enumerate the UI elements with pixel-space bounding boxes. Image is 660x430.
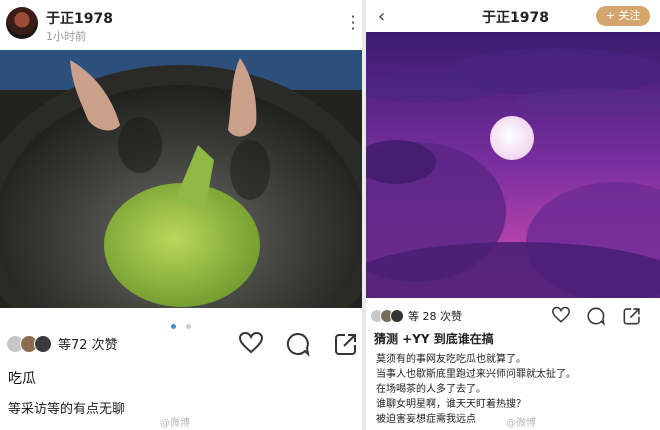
username[interactable]: 于正1978 [46,8,113,28]
liker-avatars[interactable] [370,309,404,323]
username[interactable]: 于正1978 [482,7,549,27]
avatar[interactable] [6,7,38,39]
share-icon[interactable] [333,331,359,357]
like-count[interactable]: 等72 次赞 [58,334,118,353]
watermark: @微博 [506,418,536,429]
post-header: 于正1978 1小时前 · · · [0,0,362,50]
more-vertical-icon[interactable]: · · · [350,9,356,37]
right-post: ‹ 于正1978 + 关注 等 28 次赞 猜测 +YY 到底谁在搞 莫须有的事… [366,0,660,430]
post-photo-tea-wok [0,50,362,308]
like-count[interactable]: 等 28 次赞 [408,308,462,324]
left-post: 于正1978 1小时前 · · · 等72 次赞 吃瓜 等采访等的有点无聊 @微… [0,0,362,430]
caption-body: 等采访等的有点无聊 [8,402,126,417]
liker-avatars[interactable] [6,334,52,353]
comment-icon[interactable] [285,331,311,357]
caption-title: 猜测 +YY 到底谁在搞 [374,332,494,346]
avatar [390,309,404,323]
comment-line: 被迫害妄想症需我远点 [376,414,476,425]
post-photo-moon-sky [366,32,660,298]
likes-row: 等72 次赞 [6,334,118,353]
carousel-dot-active[interactable] [171,324,177,329]
comment-line: 谁聊女明星啊，谁天天盯着热搜？ [376,399,526,410]
heart-icon[interactable] [238,331,264,355]
likes-row: 等 28 次赞 [370,308,462,324]
comment-line: 莫须有的事网友吃吃瓜也就算了。 [376,354,526,365]
heart-icon[interactable] [551,306,571,324]
avatar [34,334,52,353]
post-time: 1小时前 [46,30,86,43]
comment-icon[interactable] [586,306,606,326]
comment-line: 当事人也歇斯底里跑过来兴师问罪就太扯了。 [376,369,576,380]
caption-title: 吃瓜 [8,371,36,387]
carousel-dot[interactable] [185,324,191,329]
share-icon[interactable] [622,306,642,326]
back-chevron-icon[interactable]: ‹ [378,6,385,27]
follow-button[interactable]: + 关注 [596,6,650,26]
profile-header: ‹ 于正1978 + 关注 [366,0,660,32]
comment-line: 在场喝茶的人多了去了。 [376,384,486,395]
watermark: @微博 [160,418,190,429]
